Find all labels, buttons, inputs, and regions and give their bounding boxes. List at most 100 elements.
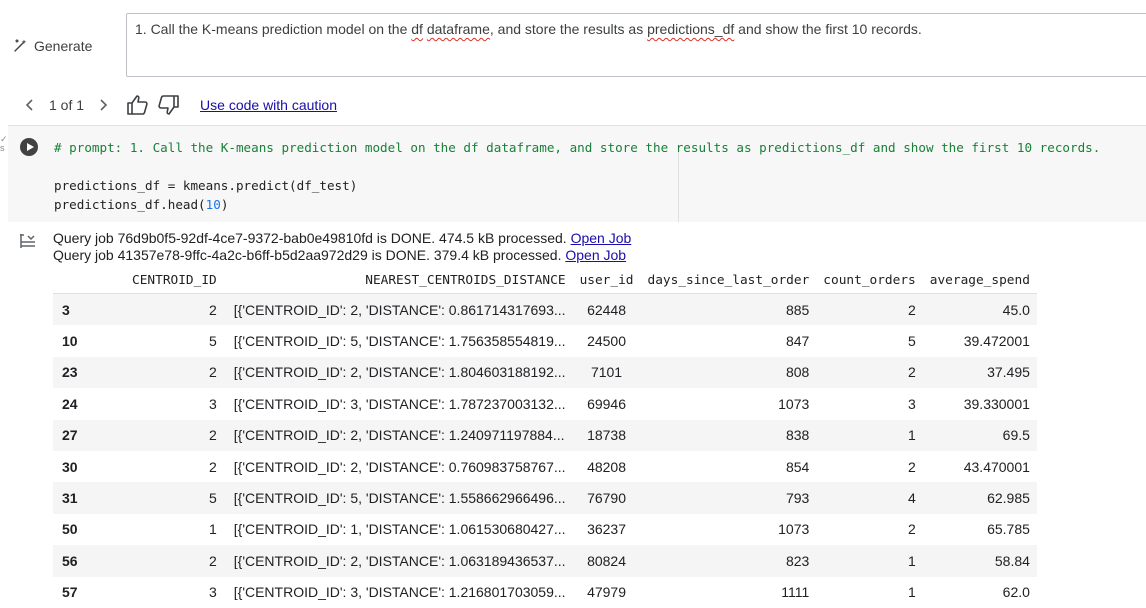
nearest-centroids-distance-cell: [{'CENTROID_ID': 2, 'DISTANCE': 0.760983… xyxy=(233,458,566,475)
user-id-cell: 80824 xyxy=(587,552,626,569)
query-job-1-text: Query job 76d9b0f5-92df-4ce7-9372-bab0e4… xyxy=(53,230,567,246)
centroid-id-cell: 2 xyxy=(208,458,217,475)
nearest-centroids-distance-cell: [{'CENTROID_ID': 1, 'DISTANCE': 1.061530… xyxy=(233,521,566,538)
average-spend-cell: 69.5 xyxy=(1002,427,1030,444)
run-cell-button[interactable] xyxy=(20,138,38,156)
user-id-cell: 69946 xyxy=(587,395,626,412)
row-index-cell: 10 xyxy=(62,333,78,350)
centroid-id-cell: 2 xyxy=(208,301,217,318)
average-spend-cell: 39.472001 xyxy=(963,333,1030,350)
count-orders-cell: 2 xyxy=(907,521,916,538)
days-since-last-order-cell: 808 xyxy=(785,364,810,381)
average-spend-cell: 58.84 xyxy=(994,552,1030,569)
days-since-last-order-cell: 847 xyxy=(785,333,810,350)
generate-panel: Generate 1. Call the K-means prediction … xyxy=(0,0,1146,90)
nearest-centroids-distance-cell: [{'CENTROID_ID': 3, 'DISTANCE': 1.216801… xyxy=(233,584,566,601)
row-index-cell: 24 xyxy=(62,395,78,412)
user-id-cell: 48208 xyxy=(587,458,626,475)
count-orders-cell: 4 xyxy=(907,490,916,507)
table-row: 10 5 [{'CENTROID_ID': 5, 'DISTANCE': 1.756… xyxy=(53,325,1037,356)
user-id-cell: 24500 xyxy=(587,333,626,350)
table-row: 23 2 [{'CENTROID_ID': 2, 'DISTANCE': 1.804… xyxy=(53,356,1037,389)
nearest-centroids-distance-cell: [{'CENTROID_ID': 2, 'DISTANCE': 1.240971… xyxy=(233,427,565,444)
use-code-with-caution-link[interactable]: Use code with caution xyxy=(200,97,337,113)
average-spend-cell: 37.495 xyxy=(987,364,1030,381)
chevron-left-icon[interactable] xyxy=(23,98,37,112)
thumbs-down-icon[interactable] xyxy=(156,93,180,117)
user-id-cell: 47979 xyxy=(587,584,626,601)
output-toggle-icon[interactable] xyxy=(18,231,38,251)
count-orders-cell: 1 xyxy=(907,427,916,444)
prompt-text-start: 1. Call the K-means prediction model on … xyxy=(135,21,412,37)
days-since-last-order-cell: 1073 xyxy=(778,521,810,538)
prompt-text-end: and show the first 10 records. xyxy=(734,21,922,37)
table-row: 24 3 [{'CENTROID_ID': 3, 'DISTANCE': 1.787… xyxy=(53,388,1037,419)
prompt-word-df: df xyxy=(411,21,423,37)
days-since-last-order-cell: 854 xyxy=(785,458,810,475)
count-orders-cell: 3 xyxy=(907,395,916,412)
prompt-input[interactable]: 1. Call the K-means prediction model on … xyxy=(126,13,1146,77)
count-orders-cell: 2 xyxy=(907,458,916,475)
code-cell[interactable]: # prompt: 1. Call the K-means prediction… xyxy=(8,125,1146,222)
centroid-id-cell: 2 xyxy=(208,427,217,444)
nearest-centroids-distance-cell: [{'CENTROID_ID': 5, 'DISTANCE': 1.756358… xyxy=(233,333,566,350)
table-row: 27 2 [{'CENTROID_ID': 2, 'DISTANCE': 1.240… xyxy=(53,419,1037,451)
count-orders-cell: 5 xyxy=(907,333,916,350)
days-since-last-order-cell: 1111 xyxy=(781,584,810,601)
days-since-last-order-cell: 838 xyxy=(785,427,810,444)
code-line-2-number: 10 xyxy=(205,197,221,212)
row-index-cell: 3 xyxy=(62,301,70,318)
query-job-line-1: Query job 76d9b0f5-92df-4ce7-9372-bab0e4… xyxy=(53,230,631,247)
predictions-table: CENTROID_ID NEAREST_CENTROIDS_DISTANCE u… xyxy=(53,268,1037,608)
count-orders-cell: 2 xyxy=(907,301,916,318)
row-index-cell: 50 xyxy=(62,521,78,538)
prompt-word-predictions-df: predictions_df xyxy=(647,21,735,37)
thumbs-up-icon[interactable] xyxy=(126,93,150,117)
open-job-link-2[interactable]: Open Job xyxy=(565,247,626,263)
average-spend-cell: 43.470001 xyxy=(963,458,1030,475)
column-header-days-since-last-order: days_since_last_order xyxy=(640,268,817,294)
code-editor[interactable]: # prompt: 1. Call the K-means prediction… xyxy=(54,138,1100,214)
count-orders-cell: 1 xyxy=(907,552,916,569)
table-row: 3 2 [{'CENTROID_ID': 2, 'DISTANCE': 0.8617… xyxy=(53,293,1037,326)
table-row: 30 2 [{'CENTROID_ID': 2, 'DISTANCE': 0.760… xyxy=(53,451,1037,482)
table-row: 57 3 [{'CENTROID_ID': 3, 'DISTANCE': 1.216… xyxy=(53,577,1037,608)
code-line-1: predictions_df = kmeans.predict(df_test) xyxy=(54,178,358,193)
row-index-cell: 31 xyxy=(62,490,78,507)
open-job-link-1[interactable]: Open Job xyxy=(571,230,632,246)
average-spend-cell: 65.785 xyxy=(987,521,1030,538)
prompt-word-dataframe: dataframe xyxy=(426,21,490,37)
cell-edge-marker: ✓ s xyxy=(0,134,8,153)
table-header-row: CENTROID_ID NEAREST_CENTROIDS_DISTANCE u… xyxy=(53,268,1037,294)
user-id-cell: 36237 xyxy=(587,521,626,538)
chevron-right-icon[interactable] xyxy=(96,98,110,112)
row-index-cell: 56 xyxy=(62,552,78,569)
column-header-user-id: user_id xyxy=(572,268,641,294)
table-row: 50 1 [{'CENTROID_ID': 1, 'DISTANCE': 1.061… xyxy=(53,514,1037,545)
nearest-centroids-distance-cell: [{'CENTROID_ID': 2, 'DISTANCE': 1.804603… xyxy=(233,364,566,381)
user-id-cell: 76790 xyxy=(587,490,626,507)
column-header-centroid-id: CENTROID_ID xyxy=(125,268,224,294)
user-id-cell: 62448 xyxy=(587,301,626,318)
average-spend-cell: 62.985 xyxy=(987,490,1030,507)
row-index-cell: 23 xyxy=(62,364,78,381)
nearest-centroids-distance-cell: [{'CENTROID_ID': 2, 'DISTANCE': 1.063189… xyxy=(233,552,566,569)
centroid-id-cell: 3 xyxy=(208,584,217,601)
centroid-id-cell: 5 xyxy=(208,333,217,350)
centroid-id-cell: 2 xyxy=(208,552,217,569)
column-header-count-orders: count_orders xyxy=(816,268,923,294)
table-row: 56 2 [{'CENTROID_ID': 2, 'DISTANCE': 1.063… xyxy=(53,545,1037,577)
centroid-id-cell: 2 xyxy=(208,364,217,381)
query-job-line-2: Query job 41357e78-9ffc-4a2c-b6ff-b5d2aa… xyxy=(53,247,631,264)
days-since-last-order-cell: 885 xyxy=(785,301,810,318)
generate-button[interactable]: Generate xyxy=(12,30,92,62)
suggestion-toolbar: 1 of 1 Use code with caution xyxy=(0,90,1146,120)
prompt-text-middle: , and store the results as xyxy=(489,21,648,37)
query-job-2-text: Query job 41357e78-9ffc-4a2c-b6ff-b5d2aa… xyxy=(53,247,562,263)
count-orders-cell: 2 xyxy=(907,364,916,381)
table-body: 3 2 [{'CENTROID_ID': 2, 'DISTANCE': 0.8617… xyxy=(53,293,1037,608)
column-header-index xyxy=(53,268,125,294)
user-id-cell: 7101 xyxy=(590,364,623,381)
column-header-average-spend: average_spend xyxy=(922,268,1037,294)
row-index-cell: 30 xyxy=(62,458,78,475)
